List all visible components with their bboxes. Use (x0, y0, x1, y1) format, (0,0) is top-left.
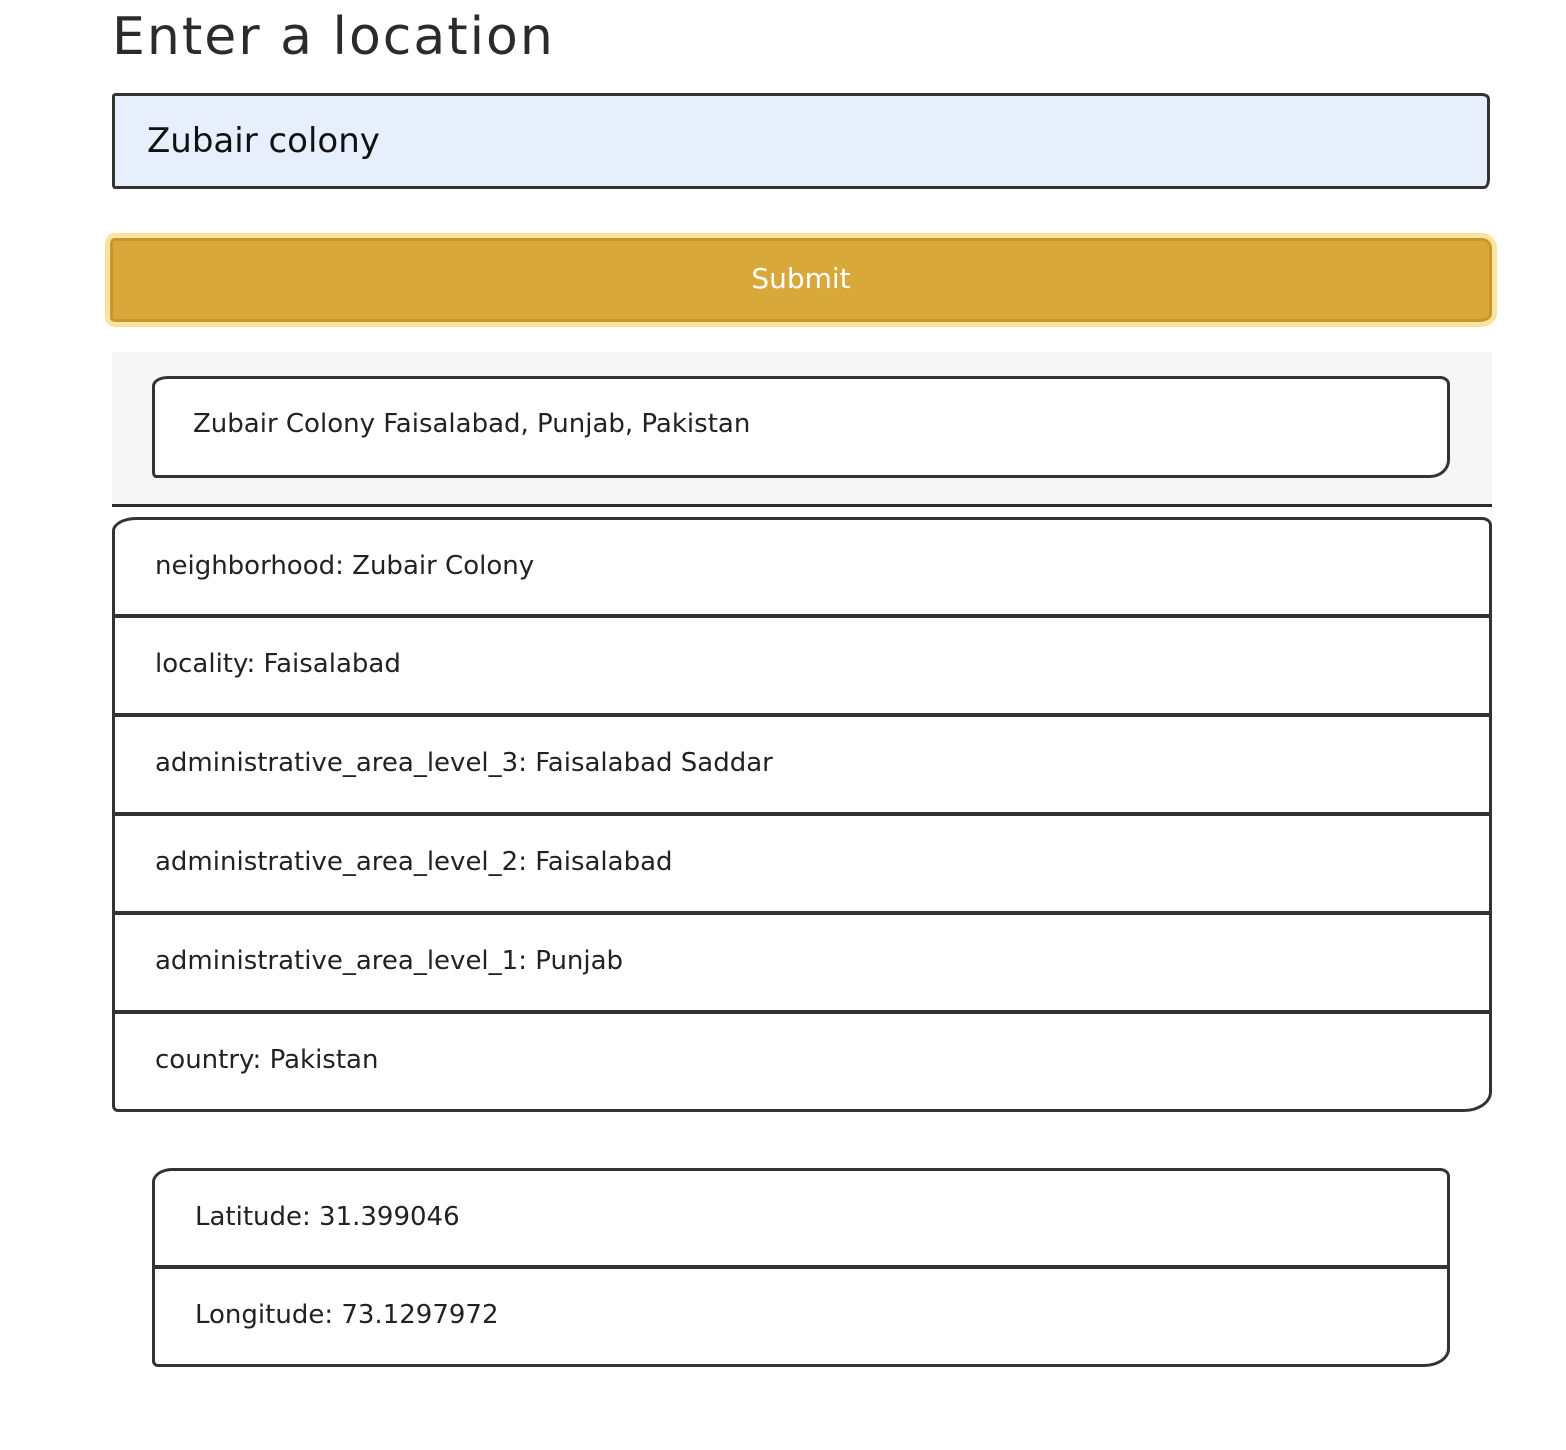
component-country: country: Pakistan (112, 1012, 1492, 1112)
component-admin-area-2: administrative_area_level_2: Faisalabad (112, 814, 1492, 914)
component-neighborhood: neighborhood: Zubair Colony (112, 517, 1492, 617)
submit-button[interactable]: Submit (110, 238, 1492, 322)
location-field[interactable] (112, 93, 1490, 189)
longitude-value: Longitude: 73.1297972 (152, 1267, 1450, 1367)
page-title: Enter a location (112, 7, 555, 67)
component-locality: locality: Faisalabad (112, 616, 1492, 716)
result-panel: Zubair Colony Faisalabad, Punjab, Pakist… (112, 352, 1492, 507)
component-admin-area-3: administrative_area_level_3: Faisalabad … (112, 715, 1492, 815)
location-input[interactable] (115, 96, 1487, 186)
coordinates-list: Latitude: 31.399046 Longitude: 73.129797… (152, 1168, 1450, 1367)
formatted-address: Zubair Colony Faisalabad, Punjab, Pakist… (152, 376, 1450, 478)
address-components-list: neighborhood: Zubair Colony locality: Fa… (112, 517, 1492, 1112)
latitude-value: Latitude: 31.399046 (152, 1168, 1450, 1268)
component-admin-area-1: administrative_area_level_1: Punjab (112, 913, 1492, 1013)
